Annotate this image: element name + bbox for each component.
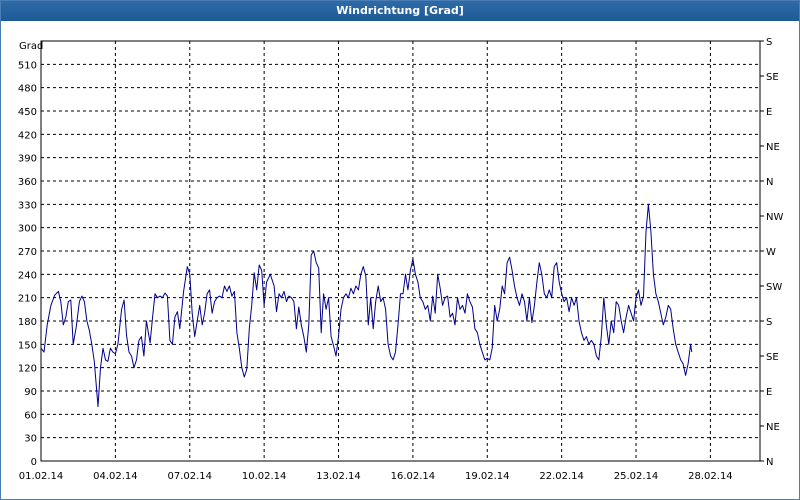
y-tick-label: 0 <box>31 457 37 468</box>
x-tick-label: 16.02.14 <box>391 471 436 482</box>
line-chart: Grad 0 30 60 90 120 150 180 210 240 270 300 330 360 3… <box>18 37 784 482</box>
y-tick-label: 60 <box>24 410 37 421</box>
x-tick-label: 19.02.14 <box>465 471 510 482</box>
y-tick-label: 210 <box>18 294 37 305</box>
y-tick-label: 420 <box>18 130 37 141</box>
right-tick-label: SE <box>766 352 779 363</box>
right-tick-label: SE <box>766 72 779 83</box>
x-tick-label: 13.02.14 <box>316 471 361 482</box>
y-tick-label: 90 <box>24 387 37 398</box>
x-tick-label: 07.02.14 <box>167 471 212 482</box>
y-tick-label: 390 <box>18 154 37 165</box>
y-tick-label: 120 <box>18 364 37 375</box>
y-tick-label: 270 <box>18 247 37 258</box>
right-tick-label: NE <box>766 422 780 433</box>
x-tick-label: 01.02.14 <box>19 471 64 482</box>
right-tick-label: NE <box>766 142 780 153</box>
y-tick-label: 360 <box>18 177 37 188</box>
x-tick-label: 25.02.14 <box>614 471 659 482</box>
y-tick-label: 510 <box>18 60 37 71</box>
y-axis-label: Grad <box>19 41 43 52</box>
right-tick-label: N <box>766 177 773 188</box>
chart-window: Windrichtung [Grad] Grad 0 30 60 90 120 150 18… <box>0 0 800 500</box>
y-tick-label: 150 <box>18 340 37 351</box>
series-line-0 <box>40 203 693 408</box>
axis-ticks: 0 30 60 90 120 150 180 210 240 270 300 330 360 390 420… <box>18 37 784 482</box>
right-tick-label: E <box>766 107 772 118</box>
right-tick-label: NW <box>766 212 783 223</box>
series-group <box>40 203 693 408</box>
right-tick-label: SW <box>766 282 782 293</box>
y-tick-label: 450 <box>18 107 37 118</box>
right-tick-label: N <box>766 457 773 468</box>
right-tick-label: S <box>766 317 772 328</box>
y-tick-label: 330 <box>18 200 37 211</box>
y-tick-label: 30 <box>24 434 37 445</box>
y-tick-label: 480 <box>18 84 37 95</box>
y-tick-label: 180 <box>18 317 37 328</box>
x-tick-label: 28.02.14 <box>688 471 733 482</box>
x-tick-label: 10.02.14 <box>242 471 287 482</box>
right-tick-label: S <box>766 37 772 48</box>
right-tick-label: W <box>766 247 776 258</box>
y-tick-label: 300 <box>18 224 37 235</box>
x-tick-label: 22.02.14 <box>539 471 584 482</box>
x-tick-label: 04.02.14 <box>93 471 138 482</box>
right-tick-label: E <box>766 387 772 398</box>
y-tick-label: 240 <box>18 270 37 281</box>
